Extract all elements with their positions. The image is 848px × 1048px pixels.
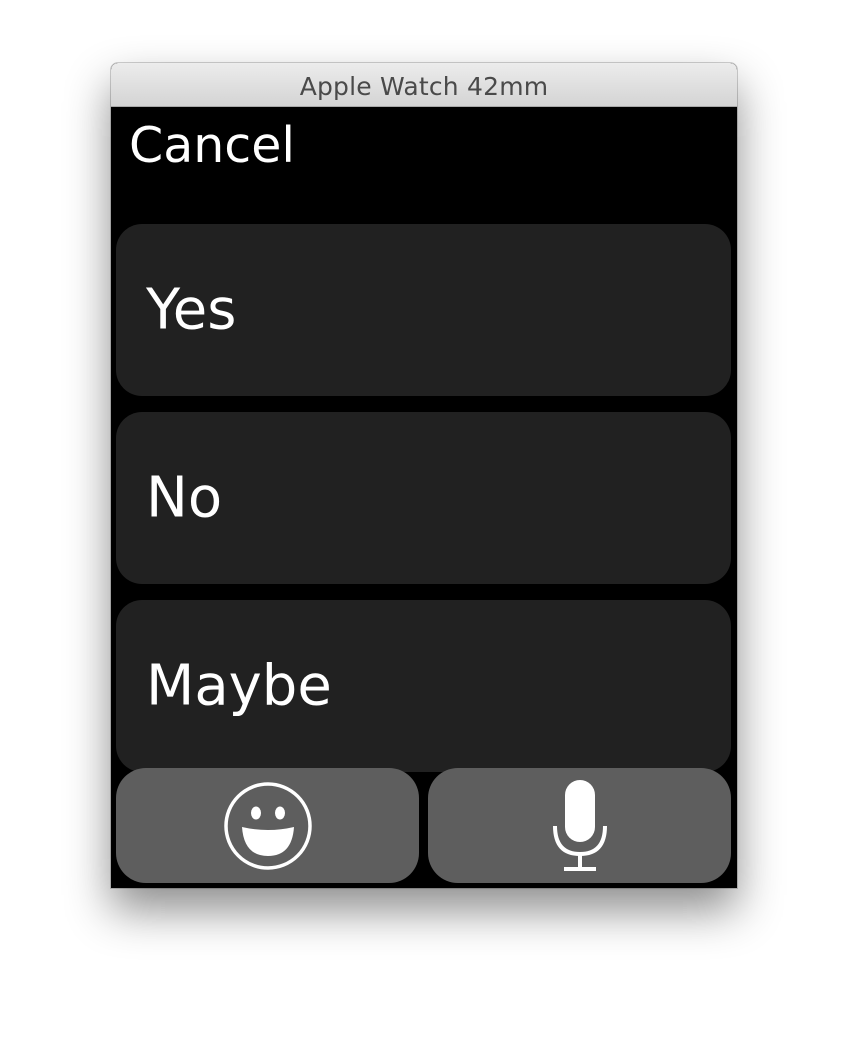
watch-screen: Cancel Yes No Maybe xyxy=(111,107,737,888)
reply-yes-button[interactable]: Yes xyxy=(116,224,731,396)
reply-label: Yes xyxy=(146,277,237,343)
window-title: Apple Watch 42mm xyxy=(299,72,549,101)
reply-label: Maybe xyxy=(146,653,332,719)
reply-label: No xyxy=(146,465,223,531)
reply-maybe-button[interactable]: Maybe xyxy=(116,600,731,772)
reply-no-button[interactable]: No xyxy=(116,412,731,584)
microphone-icon xyxy=(552,779,607,871)
cancel-button[interactable]: Cancel xyxy=(129,119,295,173)
window-titlebar[interactable]: Apple Watch 42mm xyxy=(111,63,737,107)
dictation-button[interactable] xyxy=(428,768,731,883)
emoji-button[interactable] xyxy=(116,768,419,883)
simulator-window: Apple Watch 42mm Cancel Yes No Maybe xyxy=(111,63,737,888)
smiley-icon xyxy=(223,781,312,870)
